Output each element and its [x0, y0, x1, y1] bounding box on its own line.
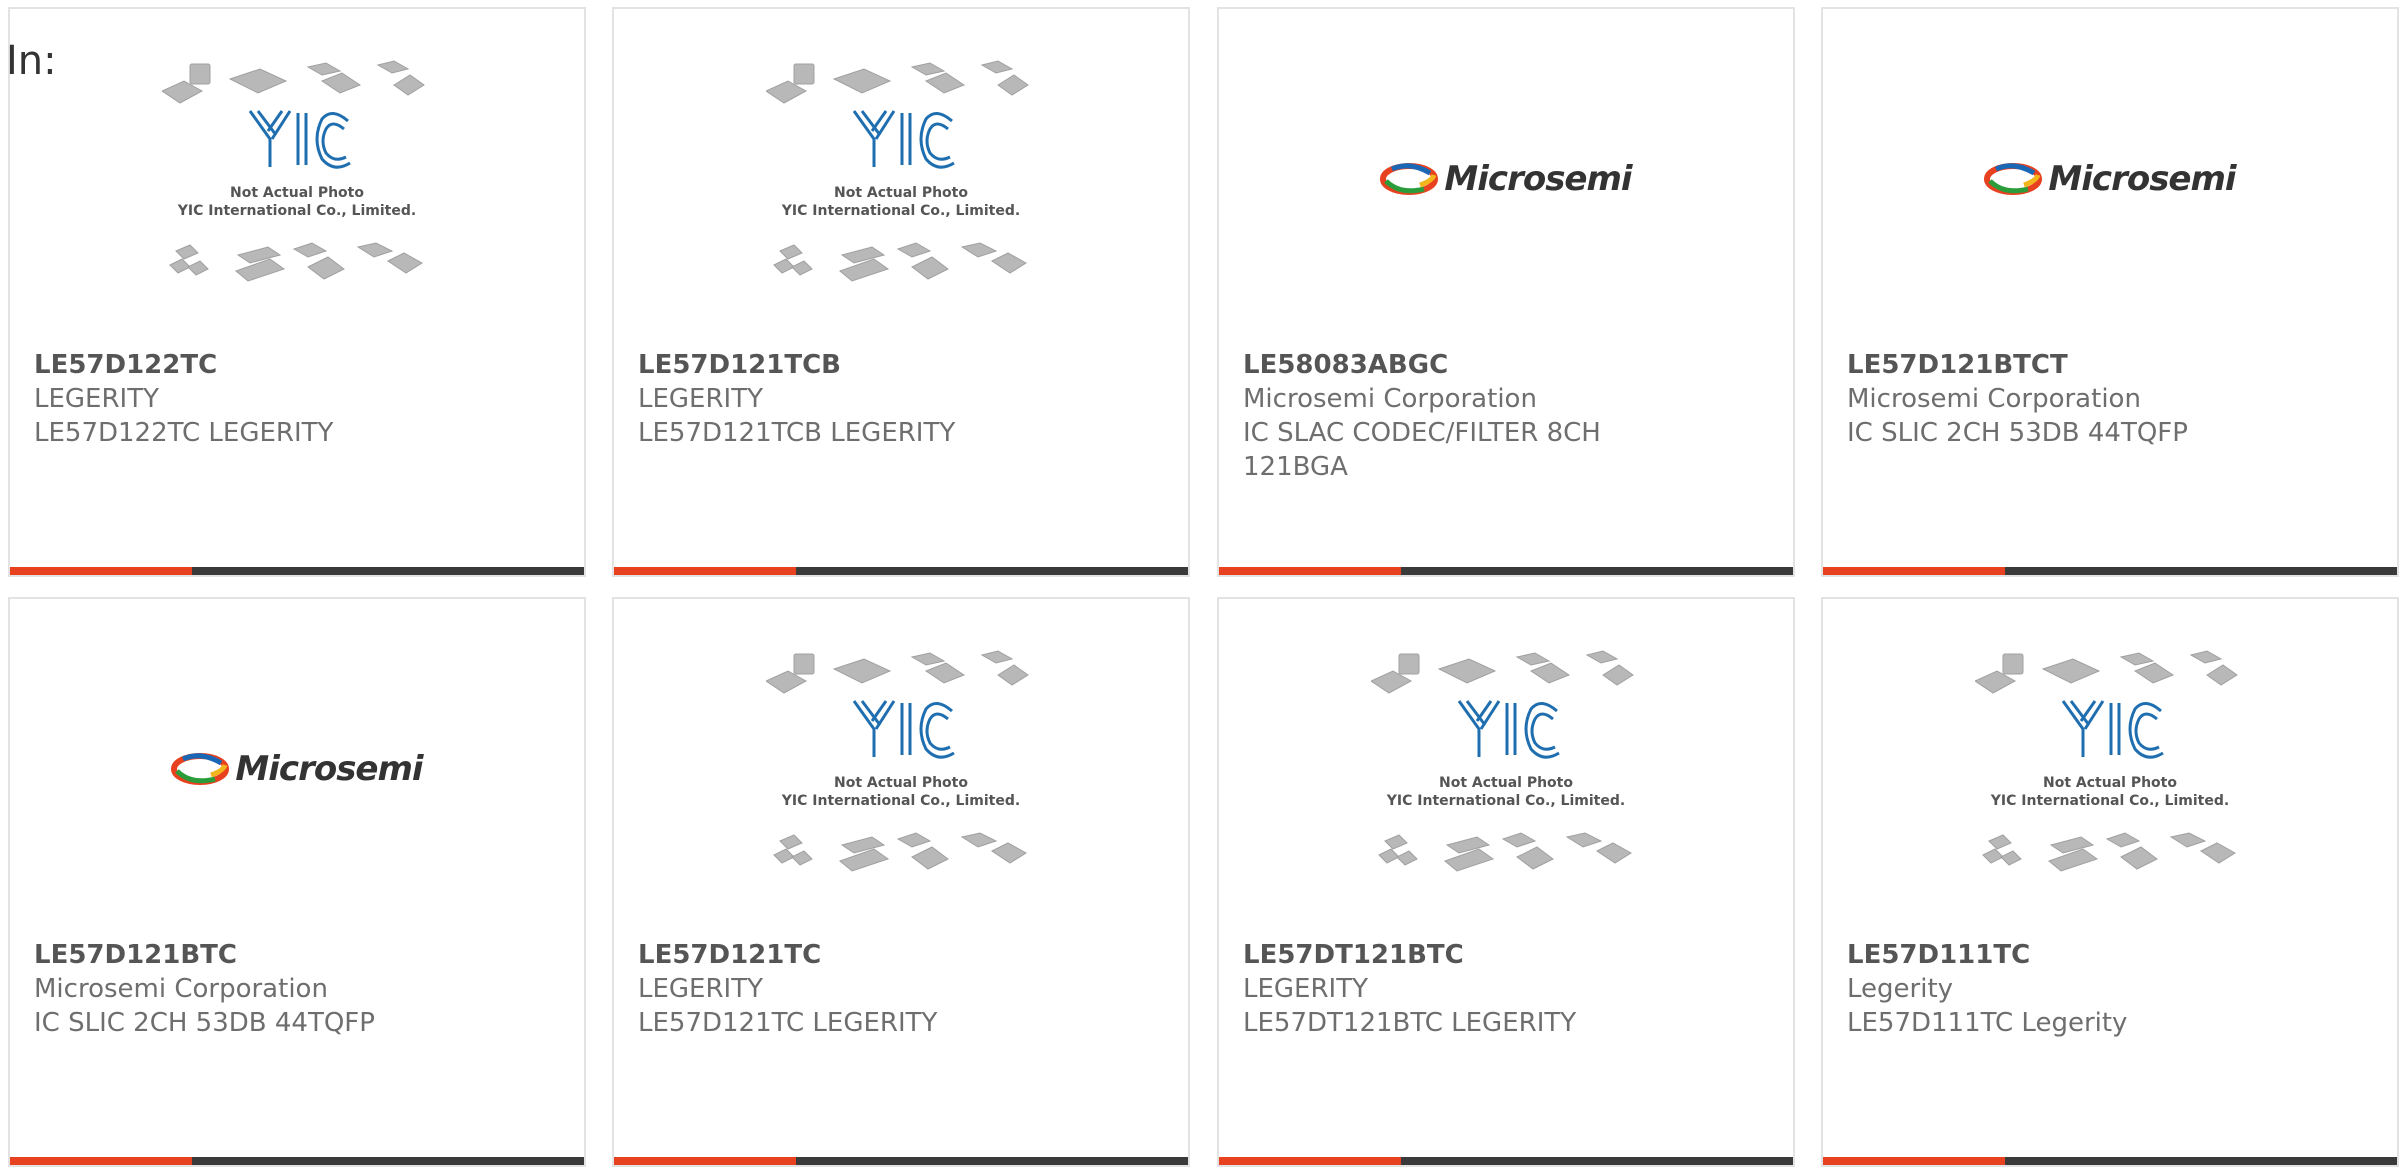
microsemi-wordmark: Microsemi	[2048, 159, 2236, 199]
microsemi-logo: Microsemi	[171, 739, 424, 799]
product-thumbnail[interactable]: Not Actual Photo YIC International Co., …	[614, 9, 1188, 349]
part-number[interactable]: LE57D121BTCT	[1847, 348, 2373, 382]
card-bottom-bar	[10, 567, 584, 575]
card-bottom-bar	[1823, 567, 2397, 575]
yic-placeholder-image: Not Actual Photo YIC International Co., …	[766, 650, 1029, 872]
microsemi-wordmark: Microsemi	[1444, 159, 1632, 199]
product-card[interactable]: Microsemi LE57D121BTCT Microsemi Corpora…	[1821, 7, 2399, 577]
manufacturer: LEGERITY	[638, 974, 763, 1004]
product-card[interactable]: Not Actual Photo YIC International Co., …	[612, 597, 1190, 1167]
card-accent-bar	[1823, 567, 2005, 575]
part-number[interactable]: LE57D121TC	[638, 938, 1164, 972]
card-accent-bar	[1823, 1157, 2005, 1165]
microsemi-logo: Microsemi	[1380, 149, 1633, 209]
placeholder-caption-2: YIC International Co., Limited.	[177, 203, 416, 219]
manufacturer: Microsemi Corporation	[1243, 384, 1537, 414]
placeholder-caption-2: YIC International Co., Limited.	[1386, 793, 1625, 809]
microsemi-logo: Microsemi	[1984, 149, 2237, 209]
part-number[interactable]: LE57D111TC	[1847, 938, 2373, 972]
placeholder-caption-1: Not Actual Photo	[230, 185, 364, 201]
product-description: LE57DT121BTC LEGERITY	[1243, 1008, 1577, 1038]
placeholder-caption-1: Not Actual Photo	[834, 185, 968, 201]
product-description: LE57D121TC LEGERITY	[638, 1008, 938, 1038]
placeholder-caption-2: YIC International Co., Limited.	[1990, 793, 2229, 809]
card-accent-bar	[10, 567, 192, 575]
part-number[interactable]: LE57D122TC	[34, 348, 560, 382]
microsemi-swirl-icon	[171, 753, 230, 785]
product-thumbnail[interactable]: Microsemi	[10, 599, 584, 939]
product-thumbnail[interactable]: Not Actual Photo YIC International Co., …	[10, 9, 584, 349]
microsemi-swirl-icon	[1380, 163, 1439, 195]
part-number[interactable]: LE57D121BTC	[34, 938, 560, 972]
product-info: LE57D122TC LEGERITY LE57D122TC LEGERITY	[34, 348, 560, 450]
product-thumbnail[interactable]: Not Actual Photo YIC International Co., …	[1823, 599, 2397, 939]
card-accent-bar	[1219, 1157, 1401, 1165]
product-card[interactable]: Microsemi LE57D121BTC Microsemi Corporat…	[8, 597, 586, 1167]
product-description: LE57D111TC Legerity	[1847, 1008, 2128, 1038]
manufacturer: Microsemi Corporation	[34, 974, 328, 1004]
product-info: LE57D111TC Legerity LE57D111TC Legerity	[1847, 938, 2373, 1040]
product-thumbnail[interactable]: Not Actual Photo YIC International Co., …	[1219, 599, 1793, 939]
product-description: IC SLAC CODEC/FILTER 8CH 121BGA	[1243, 418, 1601, 482]
product-info: LE58083ABGC Microsemi Corporation IC SLA…	[1243, 348, 1769, 484]
microsemi-wordmark: Microsemi	[235, 749, 423, 789]
placeholder-caption-2: YIC International Co., Limited.	[781, 793, 1020, 809]
part-number[interactable]: LE57DT121BTC	[1243, 938, 1769, 972]
card-bottom-bar	[614, 567, 1188, 575]
card-bottom-bar	[614, 1157, 1188, 1165]
product-description: IC SLIC 2CH 53DB 44TQFP	[34, 1008, 375, 1038]
product-thumbnail[interactable]: Microsemi	[1219, 9, 1793, 349]
manufacturer: LEGERITY	[1243, 974, 1368, 1004]
card-accent-bar	[614, 567, 796, 575]
card-accent-bar	[10, 1157, 192, 1165]
product-thumbnail[interactable]: Not Actual Photo YIC International Co., …	[614, 599, 1188, 939]
part-number[interactable]: LE58083ABGC	[1243, 348, 1769, 382]
card-bottom-bar	[1219, 567, 1793, 575]
product-card[interactable]: Not Actual Photo YIC International Co., …	[8, 7, 586, 577]
yic-placeholder-image: Not Actual Photo YIC International Co., …	[766, 60, 1029, 282]
card-bottom-bar	[1823, 1157, 2397, 1165]
placeholder-caption-1: Not Actual Photo	[2043, 775, 2177, 791]
manufacturer: LEGERITY	[34, 384, 159, 414]
product-info: LE57D121TCB LEGERITY LE57D121TCB LEGERIT…	[638, 348, 1164, 450]
manufacturer: LEGERITY	[638, 384, 763, 414]
product-card[interactable]: Not Actual Photo YIC International Co., …	[1821, 597, 2399, 1167]
card-accent-bar	[1219, 567, 1401, 575]
placeholder-caption-1: Not Actual Photo	[834, 775, 968, 791]
product-card[interactable]: Microsemi LE58083ABGC Microsemi Corporat…	[1217, 7, 1795, 577]
product-description: LE57D122TC LEGERITY	[34, 418, 334, 448]
product-info: LE57D121BTC Microsemi Corporation IC SLI…	[34, 938, 560, 1040]
product-card[interactable]: Not Actual Photo YIC International Co., …	[612, 7, 1190, 577]
card-bottom-bar	[1219, 1157, 1793, 1165]
manufacturer: Microsemi Corporation	[1847, 384, 2141, 414]
manufacturer: Legerity	[1847, 974, 1954, 1004]
yic-placeholder-image: Not Actual Photo YIC International Co., …	[162, 60, 425, 282]
product-card[interactable]: Not Actual Photo YIC International Co., …	[1217, 597, 1795, 1167]
part-number[interactable]: LE57D121TCB	[638, 348, 1164, 382]
placeholder-caption-2: YIC International Co., Limited.	[781, 203, 1020, 219]
card-accent-bar	[614, 1157, 796, 1165]
product-thumbnail[interactable]: Microsemi	[1823, 9, 2397, 349]
page-label: In:	[6, 38, 57, 84]
card-bottom-bar	[10, 1157, 584, 1165]
product-info: LE57D121BTCT Microsemi Corporation IC SL…	[1847, 348, 2373, 450]
product-info: LE57DT121BTC LEGERITY LE57DT121BTC LEGER…	[1243, 938, 1769, 1040]
product-description: IC SLIC 2CH 53DB 44TQFP	[1847, 418, 2188, 448]
microsemi-swirl-icon	[1984, 163, 2043, 195]
product-description: LE57D121TCB LEGERITY	[638, 418, 956, 448]
yic-placeholder-image: Not Actual Photo YIC International Co., …	[1371, 650, 1634, 872]
yic-placeholder-image: Not Actual Photo YIC International Co., …	[1975, 650, 2238, 872]
placeholder-caption-1: Not Actual Photo	[1439, 775, 1573, 791]
product-info: LE57D121TC LEGERITY LE57D121TC LEGERITY	[638, 938, 1164, 1040]
